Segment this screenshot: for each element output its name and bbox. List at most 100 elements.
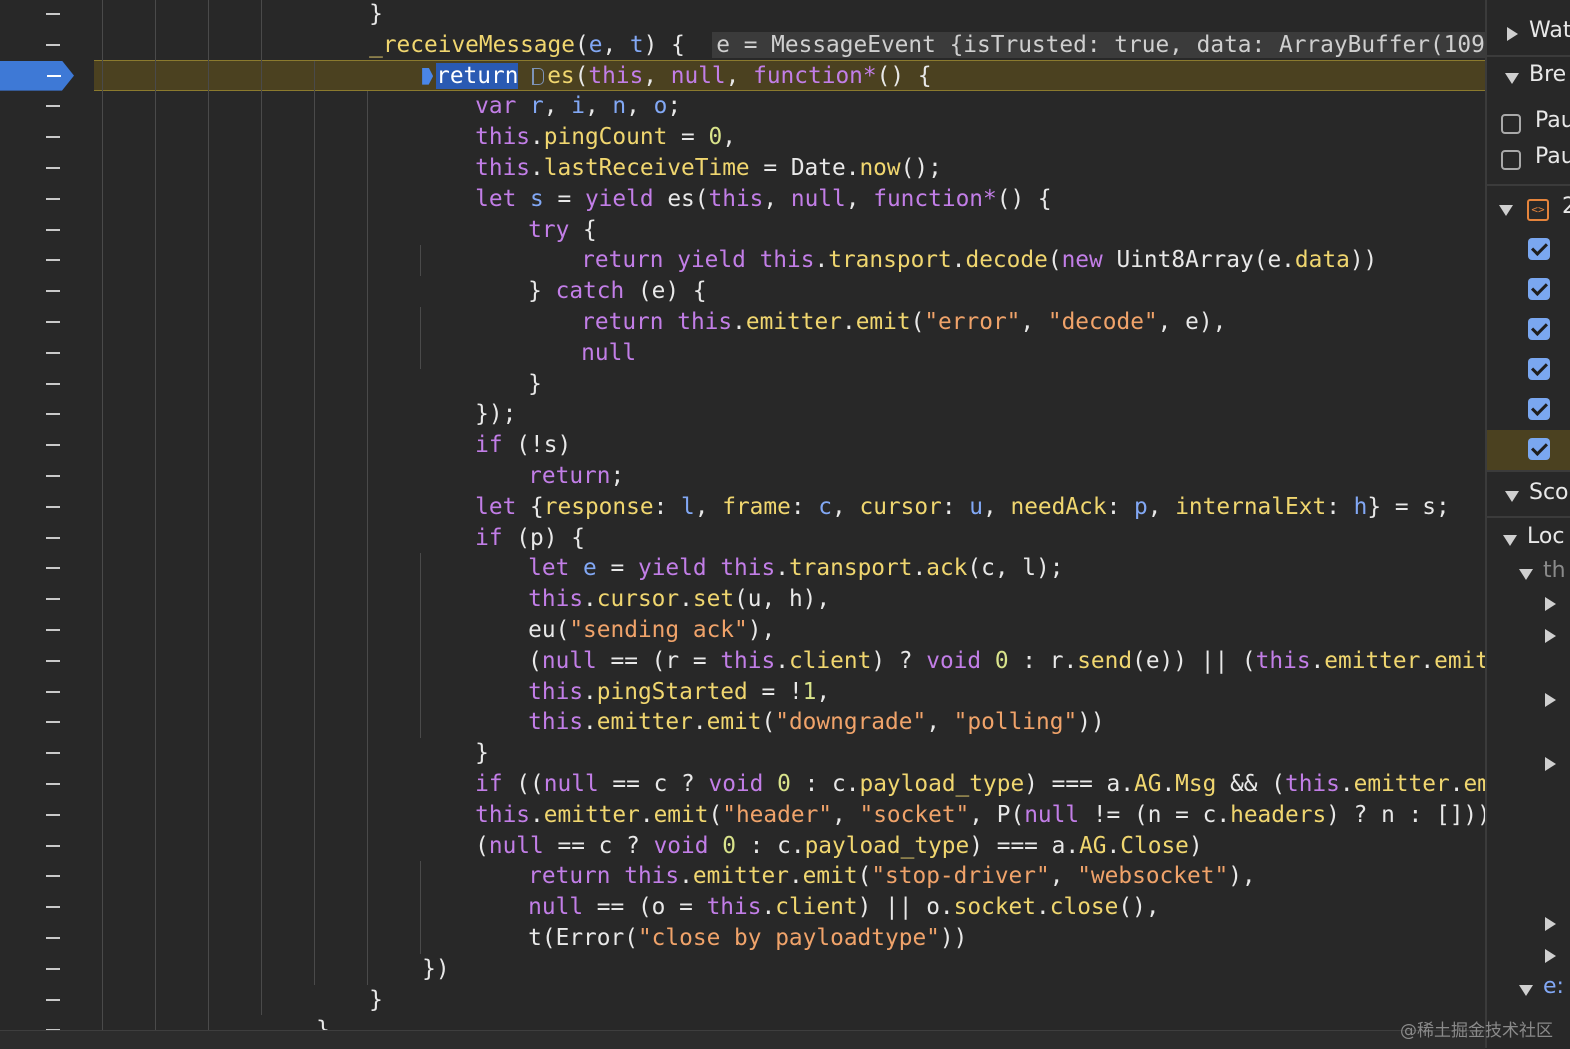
gutter-line[interactable] (0, 677, 94, 708)
code-token: payload_type (859, 771, 1025, 797)
gutter-line[interactable] (0, 430, 94, 461)
code-token: pingStarted (596, 678, 748, 705)
code-line: this.emitter.emit("downgrade", "polling"… (528, 707, 1105, 738)
gutter-line[interactable] (0, 707, 94, 738)
breakpoint-checkbox[interactable] (1528, 358, 1550, 380)
code-token: ) ? n : [])), (1326, 801, 1485, 828)
code-token: = (596, 555, 638, 582)
breakpoint-checkbox[interactable] (1528, 398, 1550, 420)
gutter-line[interactable] (0, 276, 94, 307)
gutter-line[interactable] (0, 553, 94, 584)
gutter-line[interactable] (0, 122, 94, 153)
code-token: null (581, 339, 637, 366)
line-dash (46, 875, 60, 878)
code-token: ) ? (871, 647, 927, 674)
event-param-row[interactable]: e: (1487, 974, 1570, 1006)
local-scope-row[interactable]: Loc (1487, 524, 1570, 556)
expand-arrow-icon[interactable] (1545, 917, 1556, 931)
gutter-line[interactable] (0, 60, 94, 92)
gutter-line[interactable] (0, 399, 94, 430)
gutter-line[interactable] (0, 215, 94, 246)
breakpoint-checkbox[interactable] (1528, 318, 1550, 340)
gutter-line[interactable] (0, 91, 94, 122)
expand-arrow-icon[interactable] (1545, 949, 1556, 963)
gutter-line[interactable] (0, 769, 94, 800)
breakpoint-source-group[interactable]: <> 2 (1487, 194, 1570, 226)
code-token: (!s) (502, 432, 572, 459)
gutter-line[interactable] (0, 0, 94, 30)
gutter-line[interactable] (0, 800, 94, 831)
code-line: this.pingStarted = !1, (528, 677, 830, 708)
expand-arrow-icon[interactable] (1545, 757, 1556, 771)
code-token: return this (528, 863, 680, 890)
breakpoint-marker[interactable] (0, 60, 74, 91)
breakpoint-checkbox[interactable] (1528, 278, 1550, 300)
gutter-line[interactable] (0, 584, 94, 615)
code-token: , P( (969, 801, 1025, 828)
gutter-line[interactable] (0, 338, 94, 369)
inline-value-preview: e = MessageEvent {isTrusted: true, data:… (712, 31, 1485, 58)
pause-caught-checkbox[interactable] (1501, 150, 1521, 170)
gutter-line[interactable] (0, 245, 94, 276)
code-token: void (653, 832, 723, 859)
source-group-label: 2 (1562, 194, 1570, 219)
collapse-arrow-icon (1505, 491, 1519, 502)
pause-uncaught-option[interactable]: Pau (1487, 108, 1570, 140)
gutter-line[interactable] (0, 892, 94, 923)
collapse-arrow-icon (1503, 535, 1517, 546)
gutter-line[interactable] (0, 153, 94, 184)
gutter-line[interactable] (0, 369, 94, 400)
inline-breakpoint-icon[interactable] (532, 67, 545, 85)
gutter-line[interactable] (0, 954, 94, 985)
line-number-gutter[interactable] (0, 0, 94, 1048)
expand-arrow-icon[interactable] (1545, 629, 1556, 643)
code-token: . (1161, 771, 1176, 797)
code-token: 0 (994, 647, 1009, 674)
code-line: _receiveMessage(e, t) { e = MessageEvent… (369, 30, 1485, 61)
code-token: client (788, 647, 872, 674)
code-editor[interactable]: } _receiveMessage(e, t) { e = MessageEven… (94, 0, 1485, 1030)
gutter-line[interactable] (0, 307, 94, 338)
code-token: frame (722, 493, 791, 520)
breakpoint-checkbox[interactable] (1528, 238, 1550, 260)
breakpoints-section[interactable]: Bre (1487, 62, 1570, 94)
code-token: : (790, 493, 819, 520)
code-token: es (547, 62, 575, 89)
code-token: == (o = (583, 894, 707, 921)
watch-section[interactable]: Wat (1487, 18, 1570, 50)
line-dash (46, 783, 60, 785)
code-token: e (583, 555, 597, 582)
expand-arrow-icon[interactable] (1545, 597, 1556, 611)
pause-uncaught-checkbox[interactable] (1501, 114, 1521, 134)
gutter-line[interactable] (0, 985, 94, 1016)
divider (1487, 516, 1570, 518)
gutter-line[interactable] (0, 861, 94, 892)
pause-caught-option[interactable]: Pau (1487, 144, 1570, 176)
gutter-line[interactable] (0, 523, 94, 554)
code-token: . (775, 647, 789, 674)
scope-section[interactable]: Sco (1487, 480, 1570, 512)
code-token: . (1036, 894, 1050, 921)
gutter-line[interactable] (0, 923, 94, 954)
this-row[interactable]: th (1487, 558, 1570, 590)
code-token: 0 (777, 771, 791, 797)
code-token: ) === a. (1024, 771, 1134, 797)
gutter-line[interactable] (0, 646, 94, 677)
gutter-line[interactable] (0, 492, 94, 523)
gutter-line[interactable] (0, 831, 94, 862)
breakpoint-checkbox[interactable] (1528, 438, 1550, 460)
gutter-line[interactable] (0, 184, 94, 215)
gutter-line[interactable] (0, 461, 94, 492)
gutter-line[interactable] (0, 615, 94, 646)
line-dash (46, 598, 60, 601)
execution-pointer-icon (422, 67, 434, 85)
expand-arrow-icon[interactable] (1545, 693, 1556, 707)
line-dash (46, 290, 60, 293)
gutter-line[interactable] (0, 30, 94, 61)
code-token: , (832, 493, 860, 520)
code-line: } (528, 369, 542, 400)
gutter-line[interactable] (0, 738, 94, 769)
code-token: . (583, 586, 597, 613)
line-dash (46, 13, 60, 15)
code-token: (), (1118, 894, 1160, 921)
